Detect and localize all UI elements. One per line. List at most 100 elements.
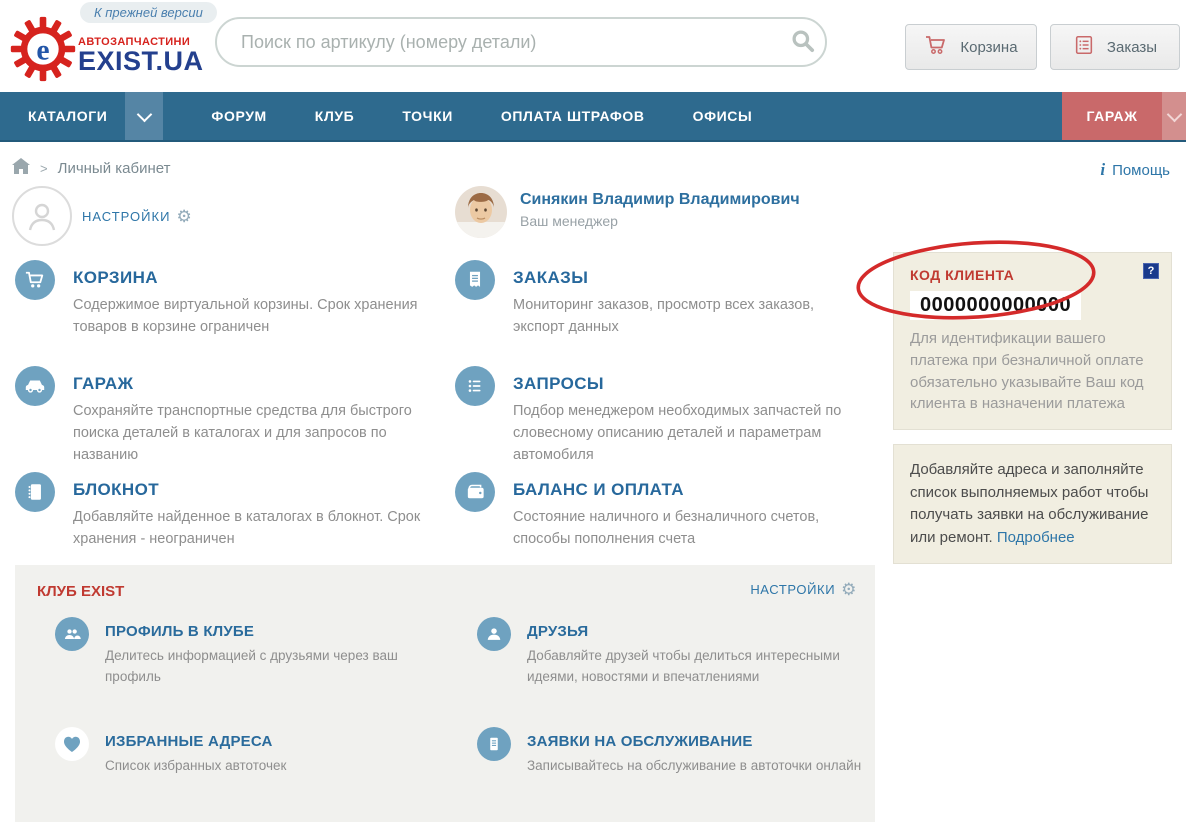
card-title: ГАРАЖ [73,366,440,394]
card-requests[interactable]: ЗАПРОСЫ Подбор менеджером необходимых за… [455,366,880,472]
logo-title: EXIST.UA [78,48,204,75]
club-settings-link[interactable]: НАСТРОЙКИ ⚙ [750,581,857,598]
client-code-value: 0000000000000 [910,291,1081,320]
svg-text:е: е [36,35,49,67]
club-exist-panel: КЛУБ EXIST НАСТРОЙКИ ⚙ ПРОФИЛЬ В КЛУБЕ Д… [15,565,875,822]
manager-role: Ваш менеджер [520,213,800,229]
home-icon[interactable] [12,158,30,178]
user-avatar-placeholder[interactable] [12,186,72,246]
profile-settings-link[interactable]: НАСТРОЙКИ ⚙ [82,208,193,225]
notebook-icon [15,472,55,512]
people-icon [55,617,89,651]
card-title: ЗАЯВКИ НА ОБСЛУЖИВАНИЕ [527,727,867,750]
card-description: Список избранных автоточек [105,756,440,777]
chevron-down-icon [1166,106,1182,122]
breadcrumb: > Личный кабинет [12,158,170,178]
heart-icon [55,727,89,761]
garage-chevron-button[interactable] [1162,92,1186,140]
card-description: Записывайтесь на обслуживание в автоточк… [527,756,862,777]
help-link[interactable]: i Помощь [1100,160,1170,180]
client-code-title: КОД КЛИЕНТА [910,267,1155,283]
more-details-link[interactable]: Подробнее [997,529,1075,546]
cart-icon [924,34,948,60]
card-garage[interactable]: ГАРАЖ Сохраняйте транспортные средства д… [15,366,440,472]
service-note-box: Добавляйте адреса и заполняйте список вы… [893,444,1172,564]
manager-name: Синякин Владимир Владимирович [520,191,800,209]
card-friends[interactable]: ДРУЗЬЯ Добавляйте друзей чтобы делиться … [477,617,867,688]
orders-button-label: Заказы [1107,39,1157,56]
document-icon [477,727,511,761]
car-icon [15,366,55,406]
search-button[interactable] [781,20,825,64]
nav-item-garage[interactable]: ГАРАЖ [1062,92,1162,140]
card-title: ПРОФИЛЬ В КЛУБЕ [105,617,445,640]
search-bar [215,17,827,67]
breadcrumb-current: Личный кабинет [58,160,171,177]
gear-icon: ⚙ [841,581,857,598]
card-club-profile[interactable]: ПРОФИЛЬ В КЛУБЕ Делитесь информацией с д… [55,617,445,688]
card-description: Подбор менеджером необходимых запчастей … [513,401,865,466]
search-icon [790,28,816,57]
card-description: Добавляйте найденное в каталогах в блокн… [73,507,425,551]
card-balance[interactable]: БАЛАНС И ОПЛАТА Состояние наличного и бе… [455,472,880,578]
chevron-down-icon [137,106,153,122]
sidebar: ? КОД КЛИЕНТА 0000000000000 Для идентифи… [893,252,1172,564]
card-cart[interactable]: КОРЗИНА Содержимое виртуальной корзины. … [15,260,440,366]
card-orders[interactable]: ЗАКАЗЫ Мониторинг заказов, просмотр всех… [455,260,880,366]
cart-button-label: Корзина [960,39,1017,56]
card-description: Состояние наличного и безналичного счето… [513,507,865,551]
card-description: Содержимое виртуальной корзины. Срок хра… [73,295,425,339]
old-version-link[interactable]: К прежней версии [80,2,217,23]
search-input[interactable] [217,32,781,53]
card-title: БЛОКНОТ [73,472,440,500]
receipt-icon [455,260,495,300]
gear-icon: ⚙ [176,208,192,225]
nav-item-offices[interactable]: ОФИСЫ [669,92,777,140]
card-description: Мониторинг заказов, просмотр всех заказо… [513,295,865,339]
personal-cabinet-page: е АВТОЗАПЧАСТИНИ EXIST.UA К прежней верс… [0,0,1186,834]
card-title: ЗАПРОСЫ [513,366,880,394]
client-code-box: ? КОД КЛИЕНТА 0000000000000 Для идентифи… [893,252,1172,430]
card-description: Сохраняйте транспортные средства для быс… [73,401,425,466]
main-navbar: КАТАЛОГИ ФОРУМ КЛУБ ТОЧКИ ОПЛАТА ШТРАФОВ… [0,92,1186,142]
gear-logo-icon: е [10,16,76,87]
request-list-icon [455,366,495,406]
nav-item-forum[interactable]: ФОРУМ [187,92,290,140]
cart-icon [15,260,55,300]
cards-column-middle: ЗАКАЗЫ Мониторинг заказов, просмотр всех… [455,260,880,578]
orders-list-icon [1073,34,1095,60]
wallet-icon [455,472,495,512]
manager-block: Синякин Владимир Владимирович Ваш менедж… [455,186,800,243]
manager-info: Синякин Владимир Владимирович Ваш менедж… [520,186,800,243]
club-title: КЛУБ EXIST [37,583,124,600]
settings-link-label: НАСТРОЙКИ [82,209,170,224]
card-favorite-addresses[interactable]: ИЗБРАННЫЕ АДРЕСА Список избранных автото… [55,727,445,777]
client-code-note: Для идентификации вашего платежа при без… [910,328,1155,415]
nav-item-catalogs[interactable]: КАТАЛОГИ [0,92,125,140]
catalogs-chevron-button[interactable] [125,92,163,140]
club-settings-label: НАСТРОЙКИ [750,582,835,597]
card-description: Добавляйте друзей чтобы делиться интерес… [527,646,862,688]
person-icon [477,617,511,651]
cart-button[interactable]: Корзина [905,24,1037,70]
card-title: ИЗБРАННЫЕ АДРЕСА [105,727,445,750]
card-title: ЗАКАЗЫ [513,260,880,288]
nav-spacer [776,92,1062,140]
nav-item-points[interactable]: ТОЧКИ [378,92,477,140]
nav-item-club[interactable]: КЛУБ [291,92,379,140]
card-title: КОРЗИНА [73,260,440,288]
card-title: БАЛАНС И ОПЛАТА [513,472,880,500]
orders-button[interactable]: Заказы [1050,24,1180,70]
card-notebook[interactable]: БЛОКНОТ Добавляйте найденное в каталогах… [15,472,440,578]
person-silhouette-icon [24,198,60,234]
card-title: ДРУЗЬЯ [527,617,867,640]
info-icon: i [1100,160,1105,180]
logo-text: АВТОЗАПЧАСТИНИ EXIST.UA [78,36,204,75]
card-service-requests[interactable]: ЗАЯВКИ НА ОБСЛУЖИВАНИЕ Записывайтесь на … [477,727,867,777]
header: е АВТОЗАПЧАСТИНИ EXIST.UA К прежней верс… [0,0,1186,92]
cards-column-left: КОРЗИНА Содержимое виртуальной корзины. … [15,260,440,578]
breadcrumb-separator: > [40,161,48,176]
help-badge-icon[interactable]: ? [1143,263,1159,279]
help-link-label: Помощь [1112,162,1170,179]
nav-item-fines[interactable]: ОПЛАТА ШТРАФОВ [477,92,669,140]
